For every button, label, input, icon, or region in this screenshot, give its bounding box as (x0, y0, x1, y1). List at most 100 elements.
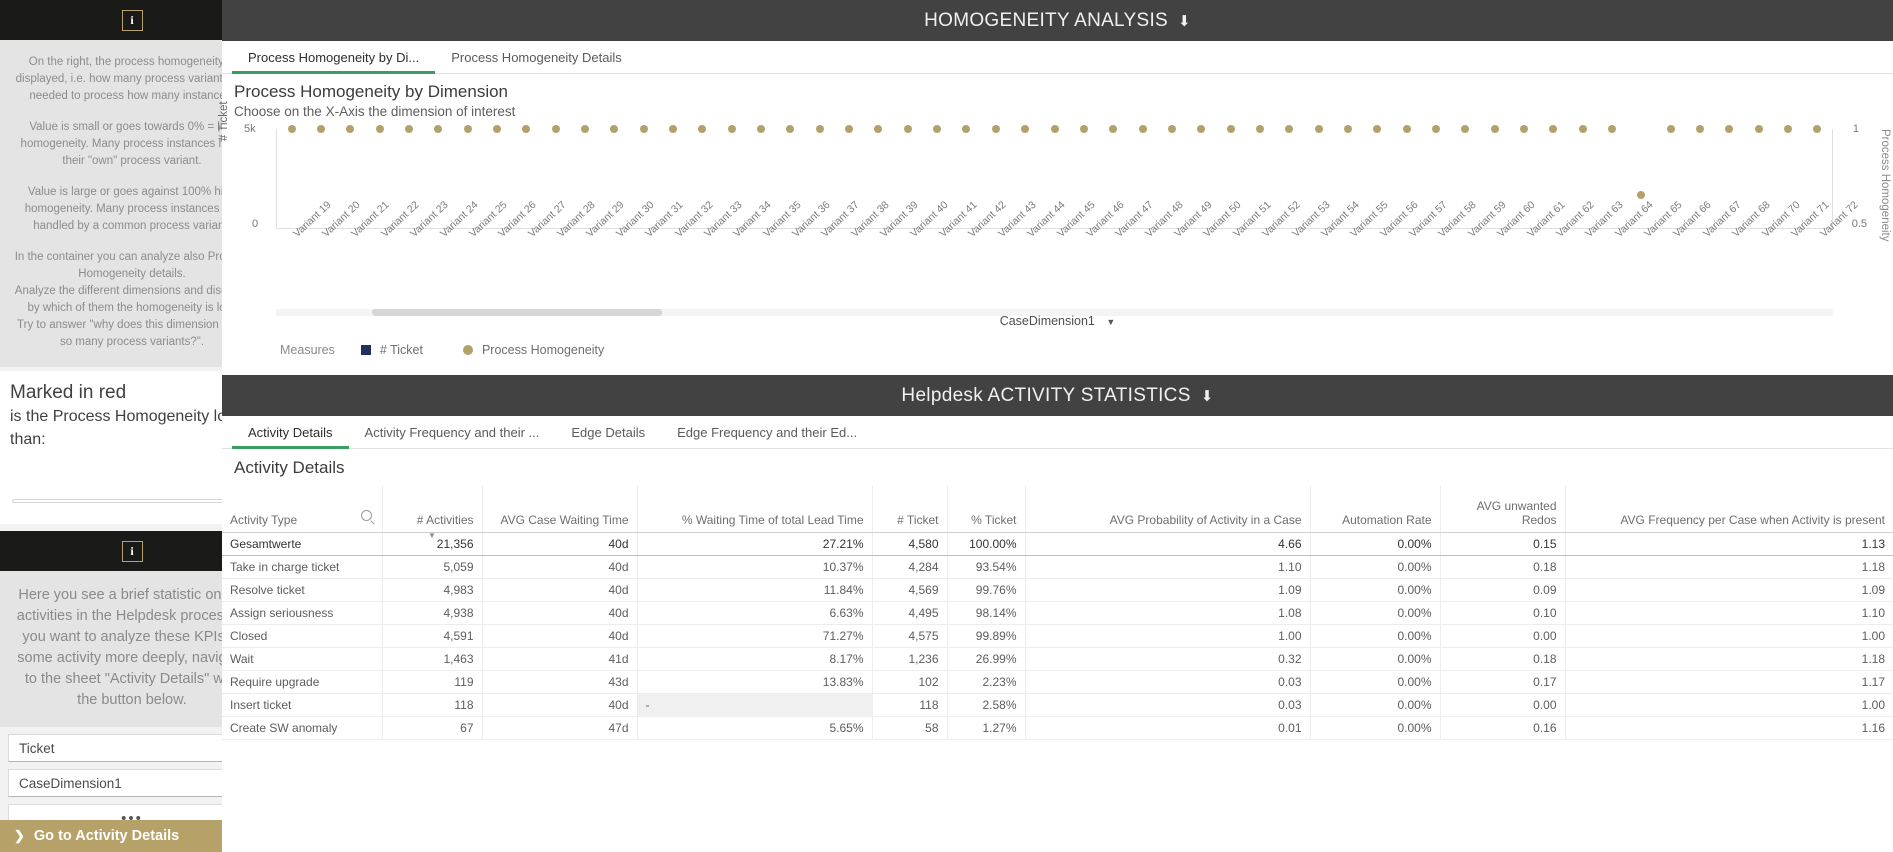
chart-data-point[interactable] (698, 125, 707, 133)
table-row[interactable]: Assign seriousness 4,938 40d 6.63% 4,495 98.1… (222, 601, 1893, 625)
legend-item-ticket[interactable]: # Ticket (360, 343, 423, 357)
chart-data-point[interactable] (874, 125, 883, 133)
chart-data-point[interactable] (1226, 125, 1235, 133)
tab-process-homogeneity-details[interactable]: Process Homogeneity Details (435, 50, 638, 73)
chart-data-point[interactable] (903, 125, 912, 133)
chart-data-point[interactable] (933, 125, 942, 133)
chart-data-point[interactable] (1285, 125, 1294, 133)
table-row[interactable]: Take in charge ticket 5,059 40d 10.37% 4,284… (222, 555, 1893, 579)
chart-data-point[interactable] (1138, 125, 1147, 133)
chart-data-point[interactable] (287, 125, 296, 133)
cell-activity-type: Require upgrade (222, 670, 382, 694)
chart-data-point[interactable] (1431, 125, 1440, 133)
chart-data-point[interactable] (1578, 125, 1587, 133)
info-paragraph: Value is small or goes towards 0% = low … (20, 121, 244, 167)
chart-data-point[interactable] (757, 125, 766, 133)
cell-value: 43d (481, 670, 637, 694)
chart-data-point[interactable] (1666, 125, 1675, 133)
chart-data-point[interactable] (669, 125, 678, 133)
col-automation-rate[interactable]: Automation Rate (1309, 486, 1440, 533)
chart-data-point[interactable] (1079, 125, 1088, 133)
tab-activity-frequency[interactable]: Activity Frequency and their ... (349, 425, 556, 448)
chart-data-point[interactable] (1343, 125, 1352, 133)
col-pct-waiting-time[interactable]: % Waiting Time of total Lead Time (636, 486, 872, 533)
tab-edge-details[interactable]: Edge Details (555, 425, 661, 448)
filter-casedimension1[interactable]: CaseDimension1 (8, 769, 256, 797)
chart-data-point[interactable] (639, 125, 648, 133)
chart-data-point[interactable] (1549, 125, 1558, 133)
chart-data-point[interactable] (1607, 125, 1616, 133)
table-row[interactable]: Require upgrade 119 43d 13.83% 102 2.23% 0.03 0… (222, 670, 1893, 694)
filter-ticket[interactable]: Ticket (8, 734, 256, 762)
section-title: HOMOGENEITY ANALYSIS (924, 9, 1169, 31)
table-row[interactable]: Closed 4,591 40d 71.27% 4,575 99.89% 1.00 0.00%… (222, 624, 1893, 648)
chart-data-point[interactable] (1314, 125, 1323, 133)
chart-data-point[interactable] (610, 125, 619, 133)
slider-track[interactable] (12, 499, 242, 503)
chart-data-point[interactable] (493, 125, 502, 133)
chart-data-point[interactable] (1109, 125, 1118, 133)
col-avg-case-waiting-time[interactable]: AVG Case Waiting Time (481, 486, 637, 533)
search-icon[interactable] (360, 510, 372, 521)
cell-value: 26.99% (946, 647, 1025, 671)
cell-value: 4,575 (871, 624, 947, 648)
chart-data-point[interactable] (581, 125, 590, 133)
chart-data-point[interactable] (786, 125, 795, 133)
info-icon[interactable]: i (121, 540, 143, 562)
legend-item-process-homogeneity[interactable]: Process Homogeneity (462, 343, 604, 357)
chart-data-point[interactable] (405, 125, 414, 133)
chart-data-point[interactable] (551, 125, 560, 133)
chart-data-point[interactable] (317, 125, 325, 133)
dimension-selector[interactable]: CaseDimension1 ▼ (222, 314, 1893, 328)
tab-activity-details[interactable]: Activity Details (232, 425, 349, 449)
col-activity-type[interactable]: Activity Type (222, 486, 382, 533)
chart-data-point[interactable] (991, 125, 1000, 133)
tab-edge-frequency[interactable]: Edge Frequency and their Ed... (661, 425, 873, 448)
download-icon[interactable]: ⬇ (1178, 12, 1191, 30)
threshold-slider[interactable] (10, 492, 254, 510)
info-icon[interactable]: i (121, 9, 143, 31)
table-row[interactable]: Create SW anomaly 67 47d 5.65% 58 1.27% 0.01 0.… (222, 716, 1893, 740)
table-row[interactable]: Wait 1,463 41d 8.17% 1,236 26.99% 0.32 0.00% 0.1… (222, 647, 1893, 671)
chart-data-point[interactable] (1695, 125, 1704, 133)
col-avg-frequency-per-case[interactable]: AVG Frequency per Case when Activity is … (1564, 486, 1893, 533)
chart-data-point[interactable] (1783, 125, 1792, 133)
chart-subtitle: Choose on the X-Axis the dimension of in… (234, 104, 516, 119)
table-row[interactable]: Resolve ticket 4,983 40d 11.84% 4,569 99.76% 1… (222, 578, 1893, 602)
chart-data-point[interactable] (522, 125, 531, 133)
chart-data-point[interactable] (1461, 125, 1470, 133)
chart-data-point[interactable] (1167, 125, 1176, 133)
col-activities[interactable]: # Activities (381, 486, 482, 533)
chart-data-point[interactable] (375, 125, 384, 133)
chart-data-point[interactable] (1519, 125, 1528, 133)
chart-data-point[interactable] (815, 125, 824, 133)
chart-data-point[interactable] (1725, 125, 1734, 133)
chart-data-point[interactable] (463, 125, 472, 133)
homogeneity-chart[interactable]: 5k 0 # Ticket 1 0.5 Process Homogeneity … (218, 101, 1893, 389)
chart-data-point[interactable] (1490, 125, 1499, 133)
chart-data-point[interactable] (962, 125, 971, 133)
chart-data-point[interactable] (1754, 125, 1763, 133)
chart-data-point[interactable] (727, 125, 736, 133)
col-ticket[interactable]: # Ticket (871, 486, 947, 533)
go-to-activity-details-button[interactable]: ❯ Go to Activity Details (0, 820, 222, 852)
chart-data-point[interactable] (1402, 125, 1411, 133)
table-row[interactable]: Insert ticket 118 40d -118 2.58% 0.03 0.00% 0.0… (222, 693, 1893, 717)
download-icon[interactable]: ⬇ (1201, 387, 1214, 405)
col-pct-ticket[interactable]: % Ticket (946, 486, 1025, 533)
cell-value: 0.00 (1439, 624, 1565, 648)
chart-data-point[interactable] (1197, 125, 1206, 133)
table-total-row[interactable]: Gesamtwerte 21,356 ▼ 40d 27.21% 4,580 100.00% 4… (222, 531, 1893, 556)
chart-data-point[interactable] (434, 125, 443, 133)
chart-data-point[interactable] (1637, 191, 1646, 199)
chart-data-point[interactable] (1021, 125, 1030, 133)
chart-data-point[interactable] (1813, 125, 1822, 133)
col-avg-probability[interactable]: AVG Probability of Activity in a Case (1024, 486, 1310, 533)
tab-process-homogeneity-by-dimension[interactable]: Process Homogeneity by Di... (232, 50, 436, 74)
chart-data-point[interactable] (1255, 125, 1264, 133)
chart-data-point[interactable] (1050, 125, 1059, 133)
chart-data-point[interactable] (346, 125, 355, 133)
chart-data-point[interactable] (845, 125, 854, 133)
chart-data-point[interactable] (1373, 125, 1382, 133)
col-avg-unwanted-redos[interactable]: AVG unwanted Redos (1439, 486, 1565, 533)
